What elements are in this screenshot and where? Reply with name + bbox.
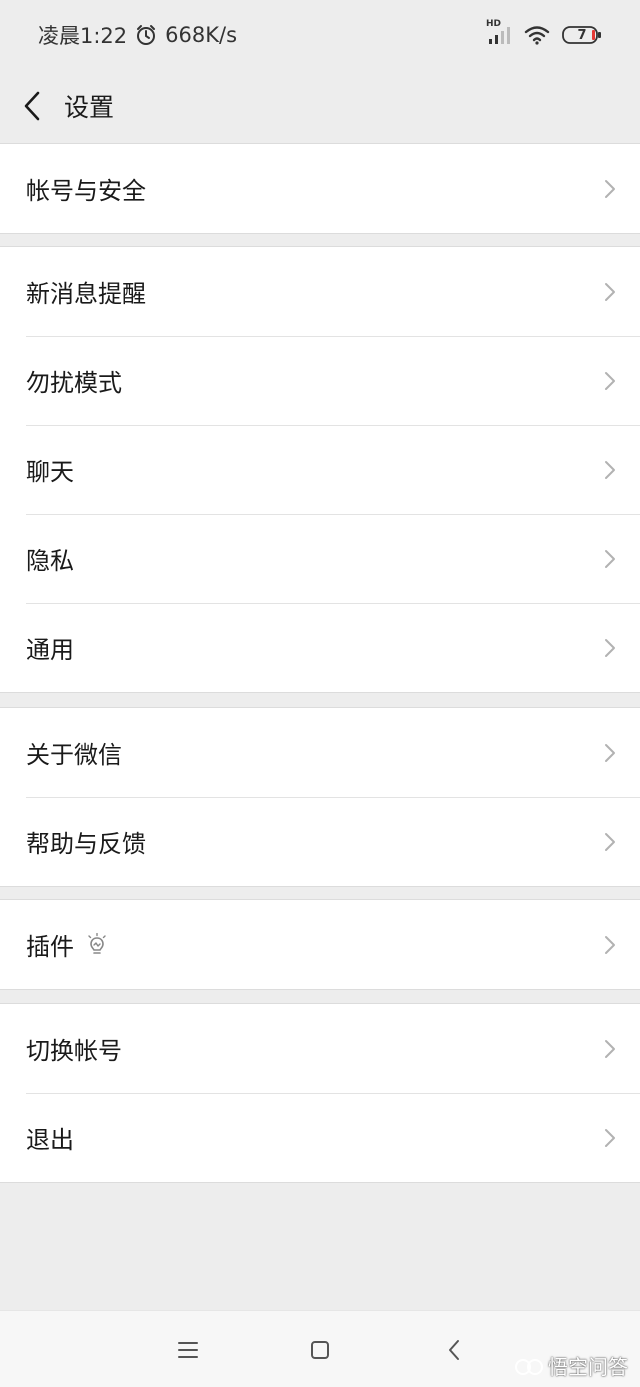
- settings-item-label: 插件: [26, 933, 74, 961]
- settings-item-help-feedback[interactable]: 帮助与反馈: [0, 797, 640, 886]
- chevron-right-icon: [605, 371, 615, 390]
- settings-item-label: 通用: [26, 636, 74, 664]
- system-nav-bar: 悟空问答: [0, 1310, 640, 1387]
- menu-icon: [178, 1342, 198, 1358]
- settings-group-account-actions: 切换帐号 退出: [0, 1003, 640, 1183]
- recent-apps-button[interactable]: [174, 1337, 202, 1363]
- watermark-text: 悟空问答: [548, 1355, 628, 1379]
- chevron-left-icon: [24, 91, 40, 121]
- settings-item-switch-account[interactable]: 切换帐号: [0, 1004, 640, 1093]
- settings-item-label: 新消息提醒: [26, 280, 146, 308]
- home-button[interactable]: [306, 1337, 334, 1363]
- chevron-right-icon: [605, 935, 615, 954]
- chevron-right-icon: [605, 832, 615, 851]
- settings-item-logout[interactable]: 退出: [0, 1093, 640, 1182]
- wifi-icon: [524, 25, 550, 45]
- status-right: HD 7: [486, 19, 602, 45]
- hd-label: HD: [486, 19, 502, 29]
- chevron-right-icon: [605, 1039, 615, 1058]
- settings-item-label: 帮助与反馈: [26, 830, 146, 858]
- back-button[interactable]: [0, 70, 64, 142]
- network-speed: 668K/s: [165, 23, 238, 47]
- battery-level: 7: [577, 27, 587, 43]
- settings-group-plugins: 插件: [0, 899, 640, 990]
- alarm-icon: [135, 24, 157, 46]
- status-left: 凌晨1:22 668K/s: [38, 20, 237, 50]
- settings-item-label: 聊天: [26, 458, 74, 486]
- settings-item-label: 勿扰模式: [26, 369, 122, 397]
- settings-item-label: 关于微信: [26, 741, 122, 769]
- settings-item-privacy[interactable]: 隐私: [0, 514, 640, 603]
- settings-item-chat[interactable]: 聊天: [0, 425, 640, 514]
- chevron-right-icon: [605, 460, 615, 479]
- settings-group-account: 帐号与安全: [0, 143, 640, 234]
- settings-item-general[interactable]: 通用: [0, 603, 640, 692]
- chevron-right-icon: [605, 743, 615, 762]
- chevron-right-icon: [605, 282, 615, 301]
- lightbulb-icon: [86, 932, 108, 957]
- settings-item-label: 退出: [26, 1126, 74, 1154]
- chevron-right-icon: [605, 179, 615, 198]
- settings-item-account-security[interactable]: 帐号与安全: [0, 144, 640, 233]
- settings-screen: 凌晨1:22 668K/s HD 7 设置 帐号与安全 新消息提醒 勿扰模式 聊…: [0, 0, 640, 1387]
- settings-item-new-message[interactable]: 新消息提醒: [0, 247, 640, 336]
- signal-icon: HD: [486, 19, 512, 45]
- triangle-back-icon: [449, 1340, 459, 1360]
- page-title: 设置: [64, 93, 115, 122]
- settings-item-label: 切换帐号: [26, 1037, 122, 1065]
- settings-item-plugins[interactable]: 插件: [0, 900, 640, 989]
- system-back-button[interactable]: [440, 1337, 468, 1363]
- settings-group-notifications: 新消息提醒 勿扰模式 聊天 隐私 通用: [0, 246, 640, 693]
- settings-item-do-not-disturb[interactable]: 勿扰模式: [0, 336, 640, 425]
- title-bar: 设置: [0, 70, 640, 142]
- chevron-right-icon: [605, 638, 615, 657]
- settings-item-label: 隐私: [26, 547, 74, 575]
- chevron-right-icon: [605, 549, 615, 568]
- wukong-logo-icon: [515, 1358, 543, 1375]
- status-bar: 凌晨1:22 668K/s HD 7: [0, 0, 640, 70]
- settings-item-about-wechat[interactable]: 关于微信: [0, 708, 640, 797]
- battery-icon: 7: [562, 26, 602, 44]
- chevron-right-icon: [605, 1128, 615, 1147]
- settings-group-about: 关于微信 帮助与反馈: [0, 707, 640, 887]
- square-icon: [311, 1341, 329, 1359]
- settings-item-label: 帐号与安全: [26, 177, 146, 205]
- status-time: 凌晨1:22: [38, 24, 128, 48]
- watermark: 悟空问答: [514, 1351, 628, 1380]
